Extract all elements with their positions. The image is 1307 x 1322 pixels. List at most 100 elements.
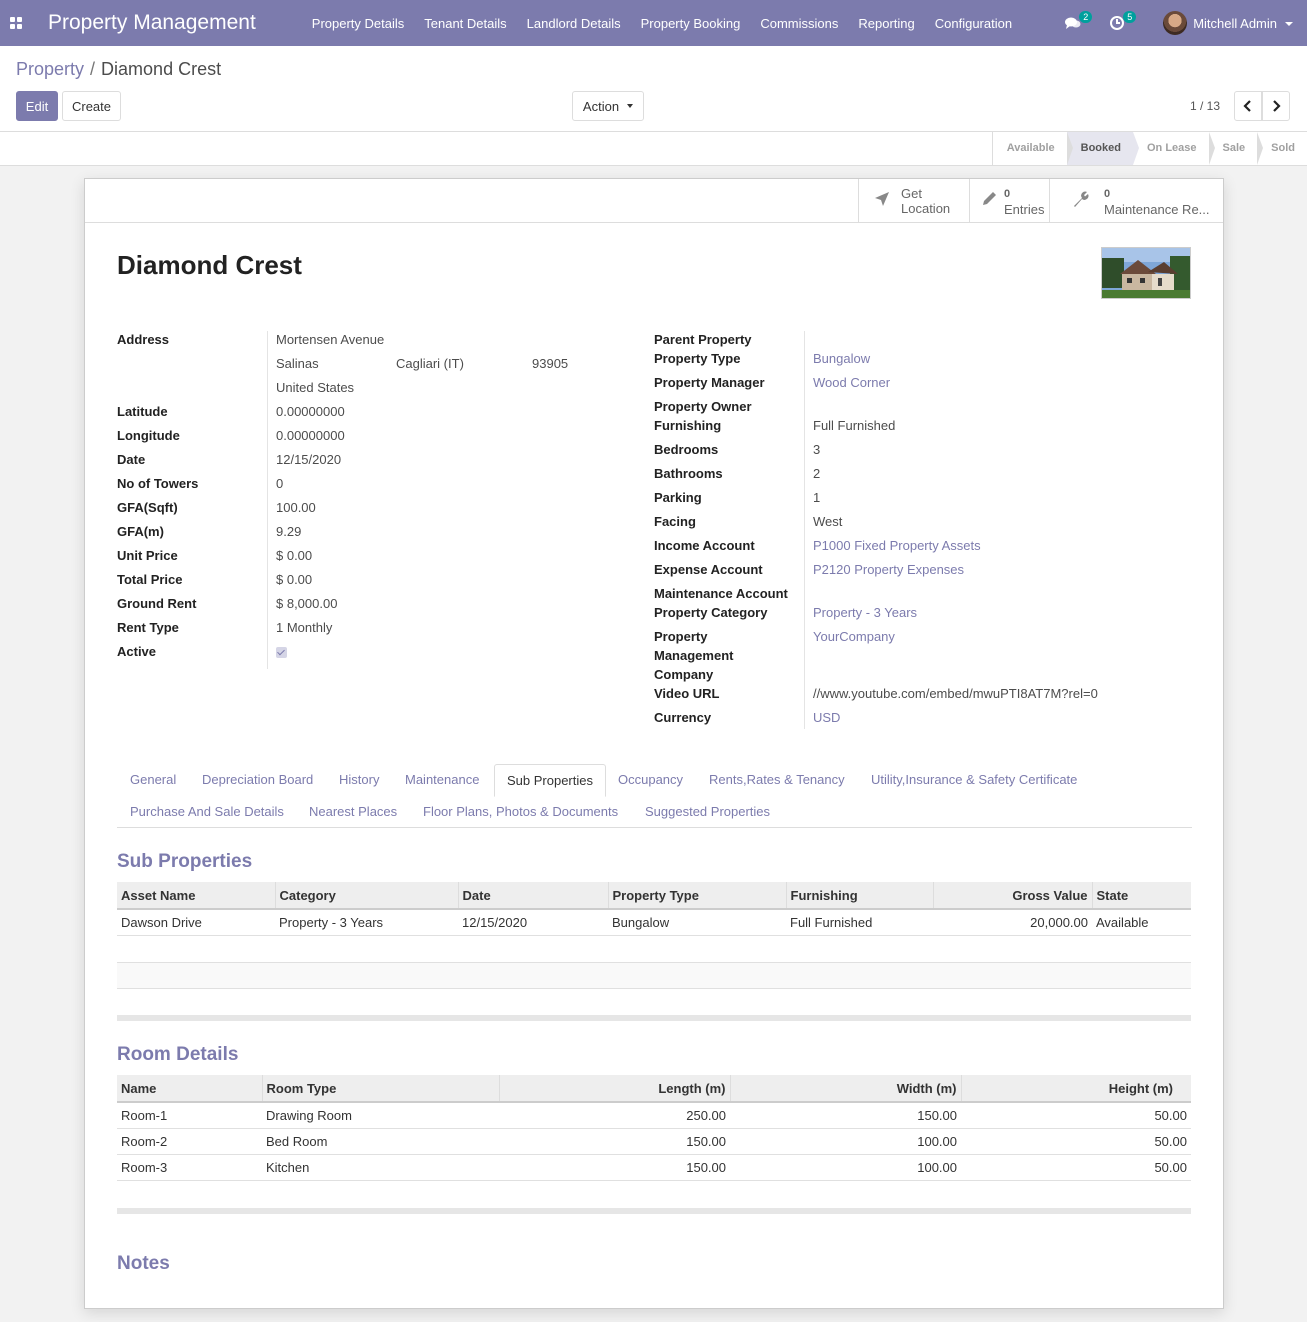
breadcrumb-current: Diamond Crest bbox=[101, 59, 222, 79]
active-checkbox[interactable] bbox=[276, 647, 287, 659]
cell-height: 50.00 bbox=[961, 1154, 1191, 1181]
cell-state: Available bbox=[1092, 909, 1191, 936]
pager-value[interactable]: 1 / 13 bbox=[1190, 99, 1220, 113]
tab-rents-rates-tenancy[interactable]: Rents,Rates & Tenancy bbox=[697, 764, 857, 796]
col-state[interactable]: State bbox=[1092, 882, 1191, 910]
property-manager-label: Property Manager bbox=[654, 375, 765, 390]
unit-price-value: $ 0.00 bbox=[276, 548, 313, 563]
user-name: Mitchell Admin bbox=[1193, 15, 1277, 31]
get-location-button[interactable]: Get Location bbox=[858, 179, 969, 223]
tab-sub-properties[interactable]: Sub Properties bbox=[494, 764, 606, 797]
chevron-left-icon bbox=[1243, 100, 1251, 112]
menu-tenant-details[interactable]: Tenant Details bbox=[414, 16, 516, 31]
col-room-name[interactable]: Name bbox=[117, 1075, 263, 1103]
tab-floor-plans[interactable]: Floor Plans, Photos & Documents bbox=[411, 796, 630, 828]
col-date[interactable]: Date bbox=[458, 882, 609, 910]
messages-count-badge: 2 bbox=[1079, 11, 1093, 23]
property-type-link[interactable]: Bungalow bbox=[813, 351, 870, 366]
breadcrumb-property-link[interactable]: Property bbox=[16, 59, 84, 79]
col-height[interactable]: Height (m) bbox=[961, 1075, 1191, 1103]
app-brand[interactable]: Property Management bbox=[48, 11, 256, 35]
user-menu[interactable]: Mitchell Admin bbox=[1193, 16, 1293, 31]
furnishing-value: Full Furnished bbox=[813, 418, 896, 433]
property-image[interactable] bbox=[1101, 247, 1191, 299]
col-furnishing[interactable]: Furnishing bbox=[786, 882, 934, 910]
col-length[interactable]: Length (m) bbox=[499, 1075, 731, 1103]
tab-occupancy[interactable]: Occupancy bbox=[606, 764, 695, 796]
action-dropdown[interactable]: Action bbox=[572, 91, 644, 121]
ground-rent-label: Ground Rent bbox=[117, 596, 197, 611]
maintenance-requests-button[interactable]: 0 Maintenance Re... bbox=[1049, 179, 1223, 223]
address-zip: 93905 bbox=[532, 356, 569, 371]
property-manager-link[interactable]: Wood Corner bbox=[813, 375, 890, 390]
notebook-tabs: General Depreciation Board History Maint… bbox=[117, 764, 1192, 828]
apps-menu-icon[interactable] bbox=[0, 0, 32, 46]
form-sheet: Get Location 0 Entries 0 Maintenance Re... … bbox=[84, 178, 1224, 1309]
tab-suggested-properties[interactable]: Suggested Properties bbox=[633, 796, 782, 828]
menu-reporting[interactable]: Reporting bbox=[848, 16, 924, 31]
col-room-type[interactable]: Room Type bbox=[262, 1075, 500, 1103]
activities-clock-icon[interactable]: 5 bbox=[1109, 11, 1137, 33]
col-gross-value[interactable]: Gross Value bbox=[933, 882, 1093, 910]
col-property-type[interactable]: Property Type bbox=[608, 882, 787, 910]
tab-purchase-sale[interactable]: Purchase And Sale Details bbox=[118, 796, 296, 828]
income-account-label: Income Account bbox=[654, 538, 755, 553]
bedrooms-label: Bedrooms bbox=[654, 442, 719, 457]
get-location-line2: Location bbox=[901, 201, 951, 216]
maintenance-account-label: Maintenance Account bbox=[654, 586, 788, 601]
rent-type-label: Rent Type bbox=[117, 620, 179, 635]
table-row[interactable]: Room-2 Bed Room 150.00 100.00 50.00 bbox=[117, 1128, 1191, 1155]
expense-account-link[interactable]: P2120 Property Expenses bbox=[813, 562, 964, 577]
towers-label: No of Towers bbox=[117, 476, 199, 491]
tab-depreciation-board[interactable]: Depreciation Board bbox=[190, 764, 325, 796]
menu-property-booking[interactable]: Property Booking bbox=[631, 16, 751, 31]
status-bar: Available Booked On Lease Sale Sold bbox=[991, 132, 1307, 165]
col-width[interactable]: Width (m) bbox=[730, 1075, 962, 1103]
entries-button[interactable]: 0 Entries bbox=[969, 179, 1049, 223]
location-arrow-icon bbox=[869, 190, 895, 213]
tab-history[interactable]: History bbox=[327, 764, 391, 796]
unit-price-label: Unit Price bbox=[117, 548, 178, 563]
col-category[interactable]: Category bbox=[275, 882, 459, 910]
currency-link[interactable]: USD bbox=[813, 710, 840, 725]
cell-length: 150.00 bbox=[499, 1154, 730, 1181]
income-account-link[interactable]: P1000 Fixed Property Assets bbox=[813, 538, 981, 553]
menu-configuration[interactable]: Configuration bbox=[925, 16, 1022, 31]
cell-asset-name: Dawson Drive bbox=[117, 909, 275, 936]
edit-button[interactable]: Edit bbox=[16, 91, 58, 121]
tab-general[interactable]: General bbox=[118, 764, 188, 796]
longitude-label: Longitude bbox=[117, 428, 180, 443]
stage-available[interactable]: Available bbox=[993, 132, 1073, 165]
stage-booked[interactable]: Booked bbox=[1066, 132, 1140, 165]
notes-title: Notes bbox=[117, 1253, 170, 1274]
menu-property-details[interactable]: Property Details bbox=[302, 16, 414, 31]
tab-nearest-places[interactable]: Nearest Places bbox=[297, 796, 409, 828]
table-row[interactable]: Room-3 Kitchen 150.00 100.00 50.00 bbox=[117, 1154, 1191, 1181]
col-asset-name[interactable]: Asset Name bbox=[117, 882, 276, 910]
stage-sale[interactable]: Sale bbox=[1209, 132, 1263, 165]
company-link[interactable]: YourCompany bbox=[813, 629, 895, 644]
stage-sold[interactable]: Sold bbox=[1257, 132, 1307, 165]
property-type-label: Property Type bbox=[654, 351, 741, 366]
create-button[interactable]: Create bbox=[62, 91, 121, 121]
empty-row bbox=[117, 963, 1191, 989]
pager-previous-button[interactable] bbox=[1234, 91, 1262, 121]
furnishing-label: Furnishing bbox=[654, 418, 722, 433]
menu-landlord-details[interactable]: Landlord Details bbox=[517, 16, 631, 31]
user-avatar[interactable] bbox=[1163, 11, 1188, 35]
chevron-right-icon bbox=[1273, 100, 1281, 112]
table-row[interactable]: Room-1 Drawing Room 250.00 150.00 50.00 bbox=[117, 1102, 1191, 1129]
tab-utility-insurance[interactable]: Utility,Insurance & Safety Certificate bbox=[859, 764, 1089, 796]
table-row[interactable]: Dawson Drive Property - 3 Years 12/15/20… bbox=[117, 909, 1191, 936]
stage-on-lease[interactable]: On Lease bbox=[1133, 132, 1215, 165]
cell-room-name: Room-3 bbox=[117, 1154, 262, 1181]
property-category-label: Property Category bbox=[654, 605, 768, 620]
messages-icon[interactable]: 2 bbox=[1065, 11, 1093, 33]
property-category-link[interactable]: Property - 3 Years bbox=[813, 605, 917, 620]
cell-room-type: Bed Room bbox=[262, 1128, 499, 1155]
menu-commissions[interactable]: Commissions bbox=[750, 16, 848, 31]
get-location-line1: Get bbox=[901, 186, 922, 201]
pencil-icon bbox=[976, 190, 1002, 213]
pager-next-button[interactable] bbox=[1262, 91, 1290, 121]
tab-maintenance[interactable]: Maintenance bbox=[393, 764, 491, 796]
